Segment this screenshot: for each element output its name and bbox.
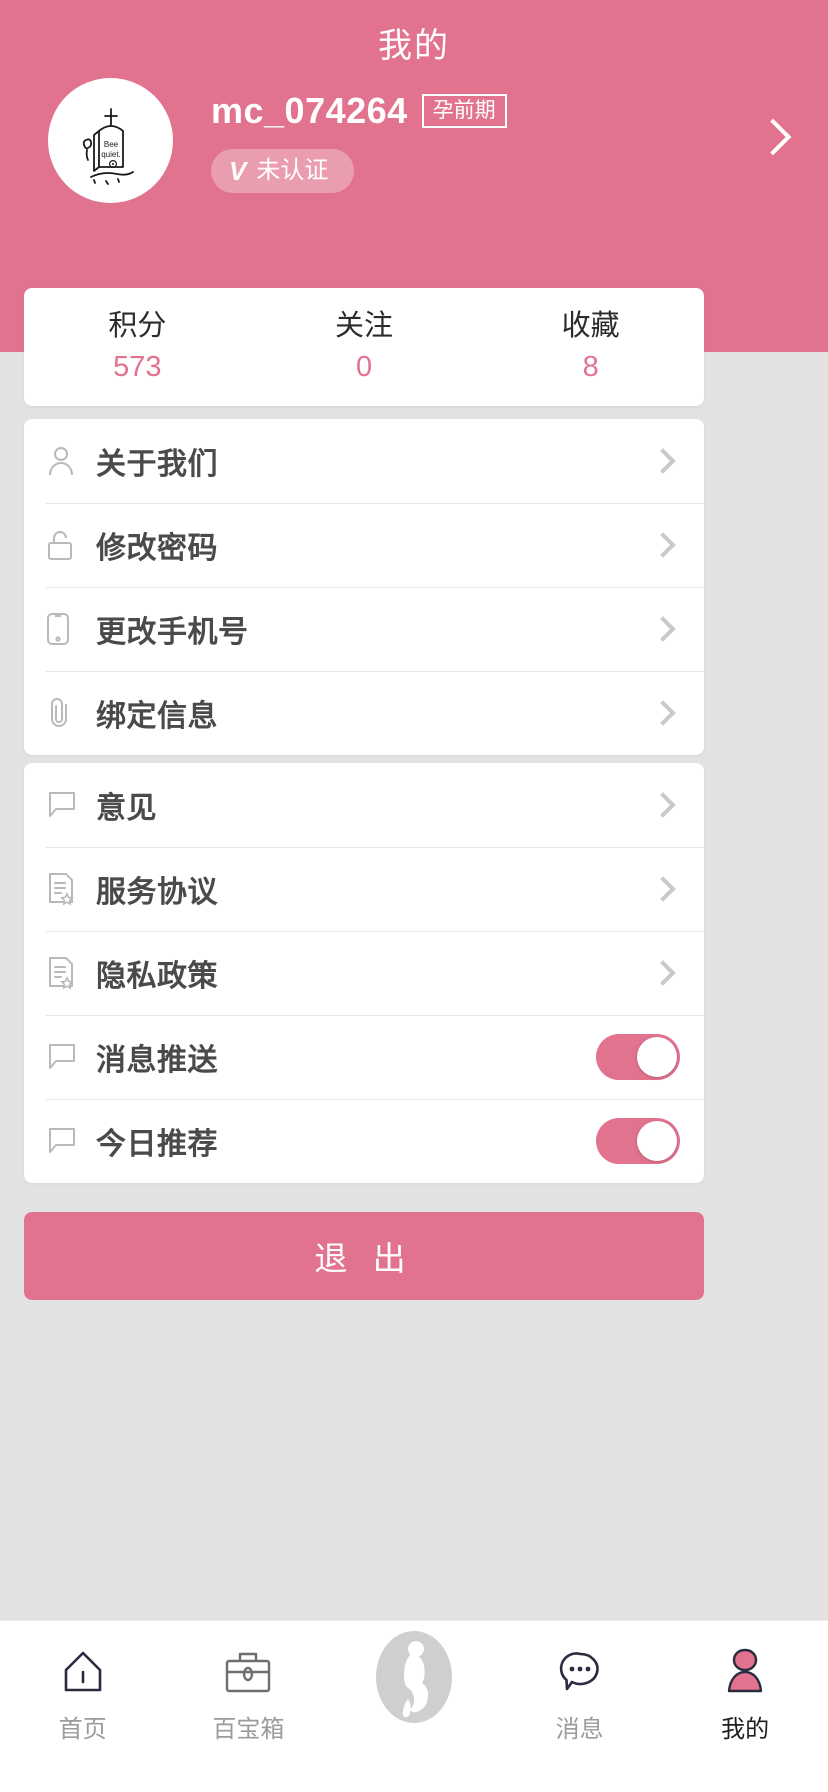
menu-item-label: 消息推送 [96,1044,218,1077]
lock-icon [46,529,88,561]
pregnant-woman-icon [366,1627,462,1727]
menu-item-label: 意见 [96,792,157,825]
menu-item-feedback[interactable]: 意见 [24,763,704,847]
stats-card: 积分 573 关注 0 收藏 8 [24,288,704,406]
stat-value: 573 [113,351,162,383]
stat-value: 0 [355,351,373,383]
account-settings-card: 关于我们 修改密码 更改手机号 绑定信息 [24,419,704,755]
menu-item-daily-recommendation[interactable]: 今日推荐 [24,1099,704,1183]
chat-bubble-icon [46,790,88,820]
phone-icon [46,612,88,646]
nav-label: 我的 [721,1716,770,1743]
toolbox-icon [222,1641,274,1703]
menu-item-label: 修改密码 [96,532,218,565]
profile-person-icon [721,1641,769,1703]
stat-label: 收藏 [561,310,620,343]
message-bubble-icon [556,1641,604,1703]
profile-info: mc_074264 孕前期 V 未认证 [211,89,507,193]
menu-item-label: 绑定信息 [96,700,218,733]
chevron-right-icon [650,876,676,902]
toggle-knob [637,1037,677,1077]
bottom-navigation: 首页 百宝箱 消息 我的 [0,1620,828,1792]
nav-label: 百宝箱 [212,1716,285,1743]
menu-item-label: 关于我们 [96,448,218,481]
paperclip-icon [46,696,88,730]
svg-text:Bee: Bee [103,140,118,149]
chevron-right-icon [650,700,676,726]
stat-value: 8 [582,351,599,383]
stat-label: 积分 [108,310,167,343]
verification-badge[interactable]: V 未认证 [211,148,355,193]
verification-label: 未认证 [256,156,329,184]
daily-recommendation-toggle[interactable] [596,1118,680,1164]
checkmark-icon: V [229,155,247,186]
username: mc_074264 [211,89,408,131]
chevron-right-icon [650,532,676,558]
profile-block[interactable]: Bee quiet. mc_074264 孕前期 V 未认证 [48,78,507,203]
menu-item-change-phone[interactable]: 更改手机号 [24,587,704,671]
nav-label: 首页 [58,1716,107,1743]
menu-item-service-agreement[interactable]: 服务协议 [24,847,704,931]
app-screen: 我的 Bee quiet. mc_074264 孕前期 V 未认证 积分 573… [0,0,828,1792]
stat-label: 关注 [335,310,394,343]
menu-item-about-us[interactable]: 关于我们 [24,419,704,503]
menu-item-binding-info[interactable]: 绑定信息 [24,671,704,755]
nav-item-profile[interactable]: 我的 [662,1641,828,1744]
logout-button[interactable]: 退 出 [24,1212,704,1300]
message-push-toggle[interactable] [596,1034,680,1080]
chat-bubble-icon [46,1042,88,1072]
menu-item-label: 服务协议 [96,876,218,909]
tombstone-avatar-icon: Bee quiet. [82,107,134,185]
toggle-knob [637,1121,677,1161]
chat-bubble-icon [46,1126,88,1156]
menu-item-change-password[interactable]: 修改密码 [24,503,704,587]
document-star-icon [46,872,88,906]
nav-item-home[interactable]: 首页 [0,1641,166,1744]
chevron-right-icon [650,448,676,474]
stat-points[interactable]: 积分 573 [24,288,251,406]
stage-badge: 孕前期 [421,93,507,128]
chevron-right-icon [650,960,676,986]
menu-item-label: 隐私政策 [96,960,218,993]
stat-following[interactable]: 关注 0 [251,288,478,406]
chevron-right-icon [650,616,676,642]
page-title: 我的 [378,27,450,65]
general-settings-card: 意见 服务协议 隐私政策 消息推送 今日推荐 [24,763,704,1183]
home-icon [60,1641,106,1703]
nav-item-messages[interactable]: 消息 [497,1641,663,1744]
menu-item-label: 更改手机号 [96,616,249,649]
nav-item-toolbox[interactable]: 百宝箱 [166,1641,332,1744]
avatar[interactable]: Bee quiet. [48,78,173,203]
stat-favorites[interactable]: 收藏 8 [477,288,704,406]
username-row: mc_074264 孕前期 [211,89,507,133]
menu-item-label: 今日推荐 [96,1128,218,1161]
chevron-right-icon [650,792,676,818]
menu-item-message-push[interactable]: 消息推送 [24,1015,704,1099]
nav-label: 消息 [555,1716,604,1743]
document-star-icon [46,956,88,990]
menu-item-privacy-policy[interactable]: 隐私政策 [24,931,704,1015]
svg-text:quiet.: quiet. [101,150,121,159]
profile-chevron-right-icon[interactable] [754,118,792,156]
person-icon [46,445,88,477]
nav-item-pregnancy-center[interactable] [331,1631,497,1733]
